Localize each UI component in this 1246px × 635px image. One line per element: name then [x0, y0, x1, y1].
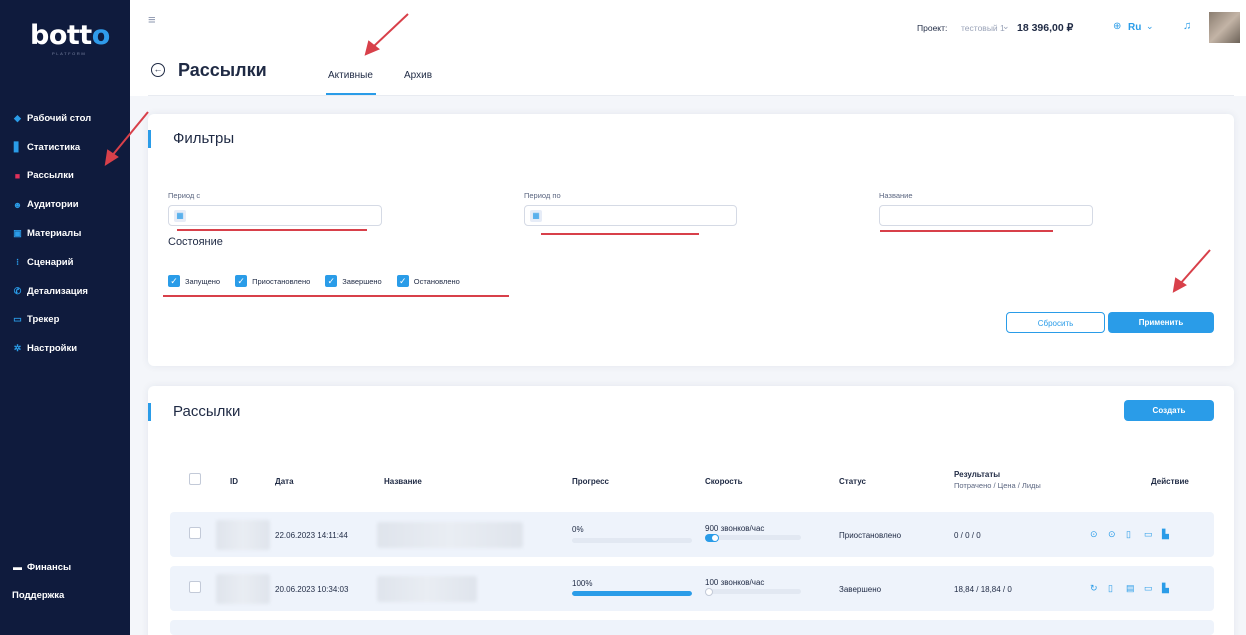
annotation-arrows: [104, 13, 1211, 293]
annotation-arrow: [1179, 249, 1211, 285]
annotation-arrow: [371, 13, 409, 49]
annotation-arrow: [110, 111, 149, 158]
